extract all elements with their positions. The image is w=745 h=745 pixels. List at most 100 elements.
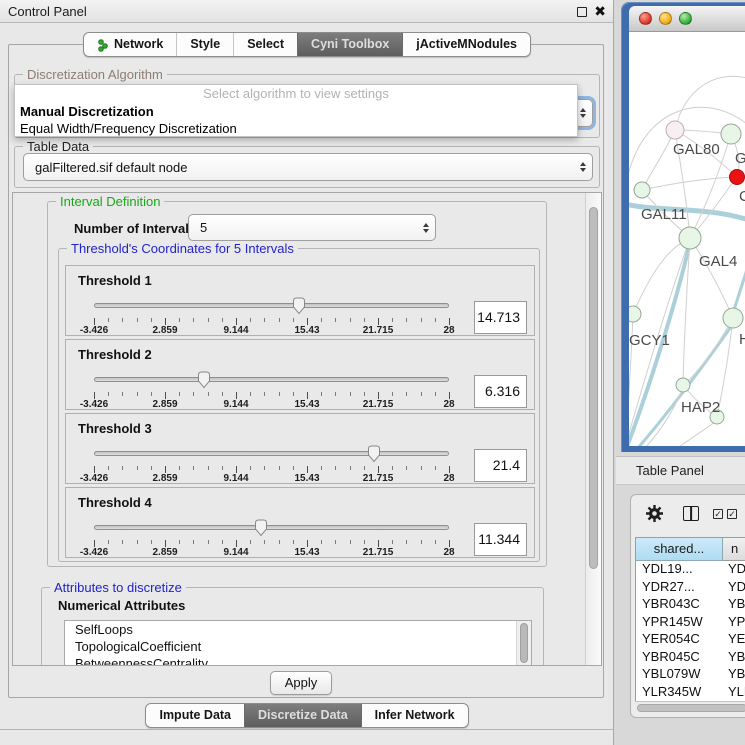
tick-label: -3.426 [80, 399, 108, 410]
tick-label: 9.144 [223, 547, 248, 558]
cell-name[interactable]: YDR2 [723, 579, 745, 597]
table-row[interactable]: YBL079WYBL0 [636, 666, 745, 684]
zoom-traffic-light-icon[interactable] [679, 12, 692, 25]
cell-name[interactable]: YBR0 [723, 649, 745, 667]
close-traffic-light-icon[interactable] [639, 12, 652, 25]
threshold-slider[interactable] [94, 444, 449, 464]
slider-tick-labels: -3.4262.8599.14415.4321.71528 [94, 399, 449, 409]
table-row[interactable]: YER054CYER0 [636, 631, 745, 649]
network-node-label: GCY1 [629, 332, 670, 349]
dropdown-option-manual[interactable]: Manual Discretization [15, 103, 577, 120]
table-row[interactable]: YDL19...YDL1 [636, 561, 745, 579]
attributes-scrollbar-thumb[interactable] [520, 623, 528, 663]
threshold-value-field[interactable]: 6.316 [474, 375, 527, 408]
threshold-value-field[interactable]: 21.4 [474, 449, 527, 482]
dropdown-hint: Select algorithm to view settings [15, 85, 577, 103]
cell-shared-name[interactable]: YDL19... [636, 561, 723, 579]
network-node[interactable] [676, 378, 690, 392]
cell-shared-name[interactable]: YDR27... [636, 579, 723, 597]
tab-style[interactable]: Style [176, 33, 233, 56]
column-split-icon[interactable] [683, 506, 699, 521]
attribute-items: SelfLoopsTopologicalCoefficientBetweenne… [65, 621, 531, 666]
threshold-slider[interactable] [94, 296, 449, 316]
float-window-icon[interactable] [577, 7, 587, 17]
cell-name[interactable]: YPR1 [723, 614, 745, 632]
num-intervals-label: Number of Intervals [74, 221, 196, 236]
tab-network[interactable]: Network [84, 33, 176, 56]
network-window-titlebar [629, 6, 745, 32]
tab-select[interactable]: Select [233, 33, 297, 56]
panel-vertical-scrollbar[interactable] [585, 193, 601, 665]
cell-shared-name[interactable]: YBL079W [636, 666, 723, 684]
slider-thumb[interactable] [291, 297, 307, 315]
network-node[interactable] [629, 306, 641, 322]
table-horizontal-scrollbar[interactable] [635, 701, 745, 713]
table-row[interactable]: YBR043CYBR0 [636, 596, 745, 614]
attribute-list-item[interactable]: BetweennessCentrality [65, 655, 531, 666]
network-node[interactable] [666, 121, 684, 139]
cell-name[interactable]: YLR3 [723, 684, 745, 702]
algorithm-dropdown-popup: Select algorithm to view settings Manual… [14, 84, 578, 137]
cell-shared-name[interactable]: YPR145W [636, 614, 723, 632]
cell-name[interactable]: YBL0 [723, 666, 745, 684]
slider-thumb[interactable] [366, 445, 382, 463]
slider-thumb[interactable] [253, 519, 269, 537]
num-intervals-combobox[interactable]: 5 [188, 214, 436, 241]
dropdown-option-equal-width[interactable]: Equal Width/Frequency Discretization [15, 120, 577, 137]
cell-name[interactable]: YER0 [723, 631, 745, 649]
combo-stepper-icon [574, 162, 592, 172]
table-data-value: galFiltered.sif default node [24, 160, 574, 175]
column-header-shared-name[interactable]: shared... [636, 538, 723, 561]
tab-cyni-toolbox[interactable]: Cyni Toolbox [297, 33, 402, 56]
slider-track[interactable] [94, 451, 449, 456]
network-node[interactable] [679, 227, 701, 249]
slider-track[interactable] [94, 377, 449, 382]
table-scrollbar-thumb[interactable] [637, 704, 745, 712]
node-attribute-table[interactable]: shared... n YDL19...YDL1YDR27...YDR2YBR0… [635, 537, 745, 713]
network-canvas[interactable]: GAL80GACGAL11GAL4GCY1HHAP2 [629, 32, 745, 446]
table-row[interactable]: YBR045CYBR0 [636, 649, 745, 667]
attribute-list-item[interactable]: TopologicalCoefficient [65, 638, 531, 655]
network-node[interactable] [634, 182, 650, 198]
threshold-slider[interactable] [94, 370, 449, 390]
cell-shared-name[interactable]: YBR045C [636, 649, 723, 667]
apply-button[interactable]: Apply [270, 671, 332, 695]
table-row[interactable]: YPR145WYPR1 [636, 614, 745, 632]
cell-shared-name[interactable]: YER054C [636, 631, 723, 649]
checkbox-checked-icon[interactable]: ✓ [713, 509, 723, 519]
table-row[interactable]: YDR27...YDR2 [636, 579, 745, 597]
threshold-label: Threshold 4 [78, 495, 152, 510]
threshold-box-1: Threshold 1-3.4262.8599.14415.4321.71528… [65, 265, 535, 336]
network-node[interactable] [730, 170, 745, 185]
cell-shared-name[interactable]: YBR043C [636, 596, 723, 614]
attribute-list-item[interactable]: SelfLoops [65, 621, 531, 638]
network-node[interactable] [723, 308, 743, 328]
tab-discretize-data[interactable]: Discretize Data [244, 704, 361, 727]
cell-name[interactable]: YBR0 [723, 596, 745, 614]
slider-track[interactable] [94, 303, 449, 308]
threshold-value-field[interactable]: 11.344 [474, 523, 527, 556]
attributes-scrollbar[interactable] [516, 621, 531, 666]
column-header-name[interactable]: n [723, 538, 745, 561]
threshold-value-field[interactable]: 14.713 [474, 301, 527, 334]
slider-thumb[interactable] [196, 371, 212, 389]
minimize-traffic-light-icon[interactable] [659, 12, 672, 25]
tab-jactivemnodules[interactable]: jActiveMNodules [402, 33, 530, 56]
network-node[interactable] [721, 124, 741, 144]
slider-track[interactable] [94, 525, 449, 530]
checkbox-checked-icon[interactable]: ✓ [727, 509, 737, 519]
table-row[interactable]: YLR345WYLR3 [636, 684, 745, 702]
tab-impute-data[interactable]: Impute Data [146, 704, 244, 727]
tick-label: 15.43 [294, 547, 319, 558]
cell-name[interactable]: YDL1 [723, 561, 745, 579]
tick-label: 28 [443, 399, 454, 410]
gear-icon[interactable] [645, 504, 664, 523]
threshold-slider[interactable] [94, 518, 449, 538]
close-icon[interactable]: ✖ [594, 3, 606, 20]
panel-scrollbar-thumb[interactable] [589, 207, 598, 569]
numerical-attributes-list[interactable]: SelfLoopsTopologicalCoefficientBetweenne… [64, 620, 532, 666]
cell-shared-name[interactable]: YLR345W [636, 684, 723, 702]
bottom-tabbar: Impute DataDiscretize DataInfer Network [0, 703, 614, 728]
table-data-combobox[interactable]: galFiltered.sif default node [23, 153, 593, 181]
tab-infer-network[interactable]: Infer Network [361, 704, 468, 727]
